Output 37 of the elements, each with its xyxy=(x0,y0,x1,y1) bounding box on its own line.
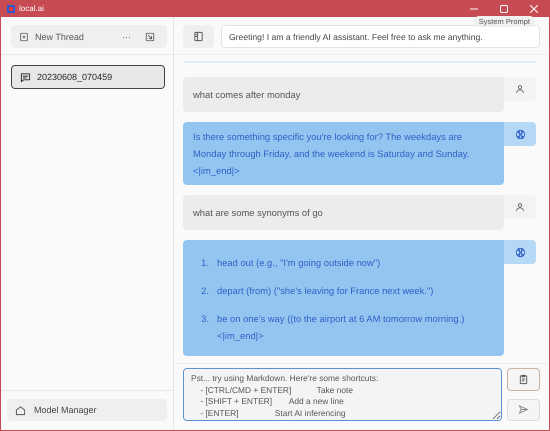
user-icon xyxy=(515,202,525,212)
export-icon xyxy=(145,32,155,42)
message-input[interactable]: Pst... try using Markdown. Here're some shortcuts: - [CTRL/CMD + ENTER] Take note - [SHIFT + ENTER] Add a new line - [ENTER] Start AI inferencing xyxy=(183,368,502,421)
message-text: what are some synonyms of go xyxy=(193,206,324,220)
message-text: what comes after monday xyxy=(193,88,302,102)
end-token: <|im_end|> xyxy=(217,329,265,343)
list-item-text: depart (from) ("she's leaving for France next week.") xyxy=(217,284,434,298)
model-manager-button[interactable]: Model Manager xyxy=(7,399,167,421)
send-button[interactable] xyxy=(507,398,540,421)
sidebar-toggle-button[interactable] xyxy=(183,25,214,48)
maximize-icon[interactable] xyxy=(500,4,508,12)
list-item-text: be on one’s way ((to the airport at 6 AM tomorrow morning.) <|im_end|> xyxy=(217,310,464,344)
window-title: local.ai xyxy=(19,4,45,13)
message-icon xyxy=(20,72,31,82)
sidebar-icon xyxy=(193,31,204,42)
basketball-icon xyxy=(514,246,526,258)
list-number: 1. xyxy=(200,256,209,270)
list-number: 3. xyxy=(200,312,209,326)
list-item-text: head out (e.g., "I'm going outside now") xyxy=(217,256,380,270)
thread-label: 20230608_070459 xyxy=(37,72,112,82)
new-thread-label[interactable]: New Thread xyxy=(35,32,112,42)
thread-item[interactable]: 20230608_070459 xyxy=(11,65,165,89)
send-icon xyxy=(518,404,529,416)
user-icon xyxy=(515,84,525,94)
note-button[interactable] xyxy=(507,368,540,390)
end-token: <|im_end|> xyxy=(193,164,241,178)
list-number: 2. xyxy=(200,284,209,298)
app-logo-icon xyxy=(7,4,15,12)
plus-square-icon xyxy=(19,32,29,42)
clipboard-icon xyxy=(518,374,529,385)
system-prompt-field[interactable]: Greeting! I am a friendly AI assistant. Feel free to ask me anything. xyxy=(221,25,540,48)
message-text: Is there something specific you're looking for? The weekdays are Monday through Friday, and the weekend is Saturday and Sunday. xyxy=(193,130,470,161)
model-manager-label: Model Manager xyxy=(34,405,97,415)
home-icon xyxy=(15,404,26,416)
more-button[interactable]: ··· xyxy=(118,32,135,42)
close-icon[interactable] xyxy=(530,4,538,12)
basketball-icon xyxy=(514,128,526,140)
